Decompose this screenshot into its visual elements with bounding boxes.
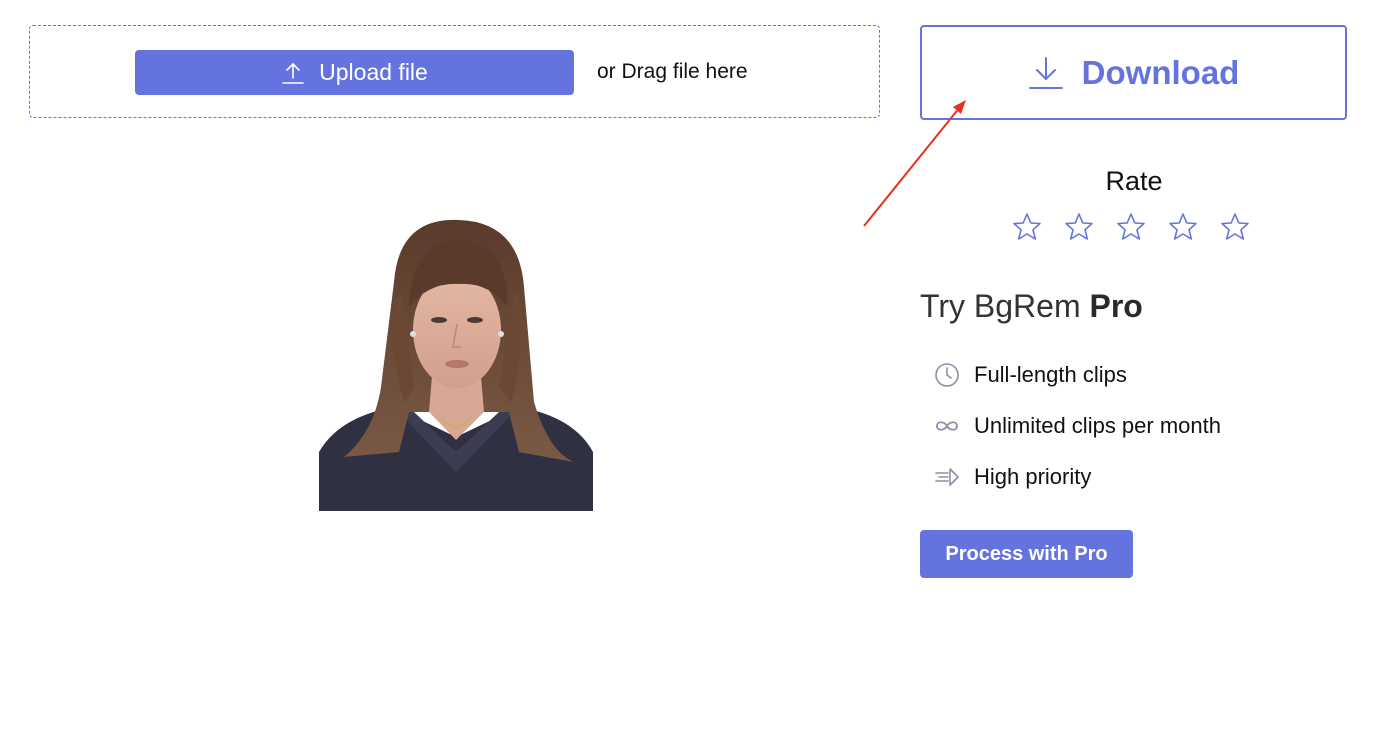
upload-file-button[interactable]: Upload file xyxy=(135,50,574,95)
rating-stars xyxy=(1012,212,1250,242)
feature-label: Full-length clips xyxy=(974,362,1127,387)
upload-icon xyxy=(281,61,305,85)
priority-arrow-icon xyxy=(934,464,960,490)
pro-title: Try BgRem Pro xyxy=(920,288,1143,325)
clock-icon xyxy=(934,362,960,388)
feature-label: High priority xyxy=(974,464,1092,489)
upload-button-label: Upload file xyxy=(319,59,428,85)
feature-item: Unlimited clips per month xyxy=(934,409,1221,443)
star-icon[interactable] xyxy=(1116,212,1146,242)
star-icon[interactable] xyxy=(1168,212,1198,242)
feature-item: High priority xyxy=(934,460,1221,494)
drag-hint-text: or Drag file here xyxy=(597,60,748,83)
feature-label: Unlimited clips per month xyxy=(974,413,1221,438)
pro-title-prefix: Try BgRem xyxy=(920,288,1090,324)
star-icon[interactable] xyxy=(1064,212,1094,242)
result-image xyxy=(319,219,593,511)
annotation-arrow xyxy=(863,100,966,227)
infinity-icon xyxy=(934,413,960,439)
star-icon[interactable] xyxy=(1220,212,1250,242)
process-with-pro-button[interactable]: Process with Pro xyxy=(920,530,1133,578)
download-button[interactable]: Download xyxy=(920,25,1347,120)
bgrem-result-page: Upload file or Drag file here Download R… xyxy=(0,0,1375,729)
rate-title: Rate xyxy=(1105,166,1163,196)
download-icon xyxy=(1028,55,1064,91)
pro-title-bold: Pro xyxy=(1089,288,1143,324)
download-button-label: Download xyxy=(1081,53,1240,91)
pro-features-list: Full-length clips Unlimited clips per mo… xyxy=(934,358,1221,511)
star-icon[interactable] xyxy=(1012,212,1042,242)
feature-item: Full-length clips xyxy=(934,358,1221,392)
